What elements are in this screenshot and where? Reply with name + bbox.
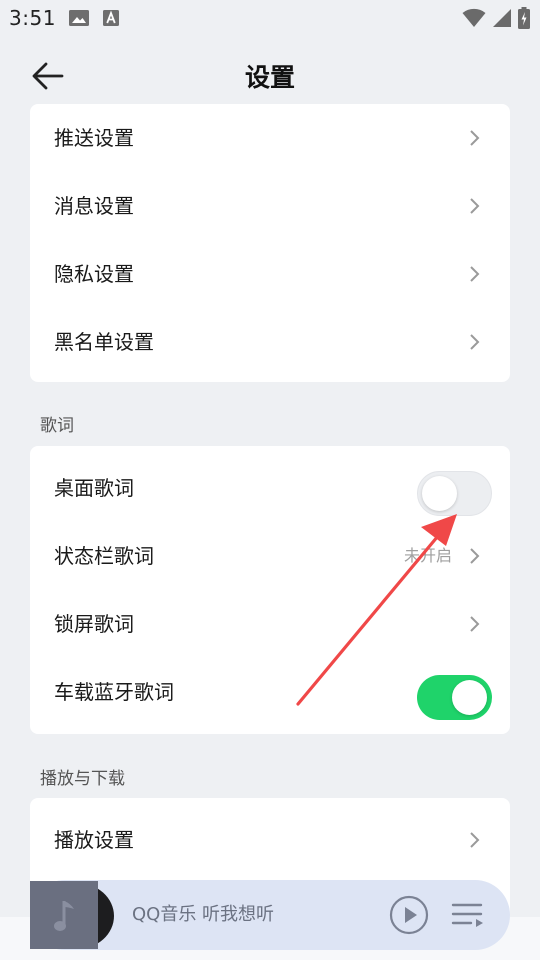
chevron-right-icon bbox=[470, 548, 480, 564]
chevron-right-icon bbox=[470, 832, 480, 848]
play-icon[interactable] bbox=[389, 895, 429, 935]
item-label: 锁屏歌词 bbox=[54, 612, 134, 636]
blacklist-settings-item[interactable]: 黑名单设置 bbox=[30, 308, 510, 376]
font-icon bbox=[103, 10, 119, 26]
chevron-right-icon bbox=[470, 334, 480, 350]
car-bluetooth-lyrics-toggle[interactable] bbox=[417, 675, 492, 720]
app-header: 设置 bbox=[0, 40, 540, 112]
lyrics-settings-card: 桌面歌词 状态栏歌词 未开启 锁屏歌词 车载蓝牙歌词 bbox=[30, 446, 510, 734]
playback-section-title: 播放与下载 bbox=[40, 769, 125, 789]
lyrics-section-title: 歌词 bbox=[40, 416, 74, 436]
music-note-icon bbox=[54, 901, 74, 931]
item-label: 状态栏歌词 bbox=[54, 544, 154, 568]
battery-icon bbox=[518, 7, 530, 29]
playback-settings-item[interactable]: 播放设置 bbox=[30, 806, 510, 874]
desktop-lyrics-toggle[interactable] bbox=[417, 471, 492, 516]
statusbar-lyrics-value: 未开启 bbox=[403, 546, 452, 565]
status-time: 3:51 bbox=[9, 6, 56, 30]
toggle-knob bbox=[422, 476, 457, 511]
car-bluetooth-lyrics-item[interactable]: 车载蓝牙歌词 bbox=[30, 658, 510, 726]
page-title: 设置 bbox=[244, 63, 295, 92]
statusbar-lyrics-item[interactable]: 状态栏歌词 未开启 bbox=[30, 522, 510, 590]
chevron-right-icon bbox=[470, 198, 480, 214]
item-label: 黑名单设置 bbox=[54, 330, 154, 354]
item-label: 消息设置 bbox=[54, 194, 134, 218]
general-settings-card: 推送设置 消息设置 隐私设置 黑名单设置 bbox=[30, 104, 510, 382]
image-icon bbox=[69, 10, 89, 26]
album-cover[interactable] bbox=[30, 881, 98, 949]
chevron-right-icon bbox=[470, 616, 480, 632]
chevron-right-icon bbox=[470, 130, 480, 146]
item-label: 车载蓝牙歌词 bbox=[54, 680, 174, 704]
toggle-knob bbox=[452, 680, 487, 715]
item-label: 播放设置 bbox=[54, 828, 134, 852]
signal-icon bbox=[493, 9, 511, 27]
message-settings-item[interactable]: 消息设置 bbox=[30, 172, 510, 240]
item-label: 隐私设置 bbox=[54, 262, 134, 286]
mini-player-text: QQ音乐 听我想听 bbox=[132, 904, 275, 925]
lockscreen-lyrics-item[interactable]: 锁屏歌词 bbox=[30, 590, 510, 658]
settings-screen: 3:51 设置 推送设置 消息设置 隐私设置 黑名单设置 歌词 桌面歌词 状态栏… bbox=[0, 0, 540, 960]
push-settings-item[interactable]: 推送设置 bbox=[30, 104, 510, 172]
status-bar: 3:51 bbox=[0, 0, 540, 36]
desktop-lyrics-item[interactable]: 桌面歌词 bbox=[30, 454, 510, 522]
item-label: 桌面歌词 bbox=[54, 476, 134, 500]
playlist-icon[interactable] bbox=[451, 900, 485, 930]
status-right-icons bbox=[462, 7, 530, 29]
item-label: 推送设置 bbox=[54, 126, 134, 150]
wifi-icon bbox=[462, 8, 486, 27]
chevron-right-icon bbox=[470, 266, 480, 282]
privacy-settings-item[interactable]: 隐私设置 bbox=[30, 240, 510, 308]
